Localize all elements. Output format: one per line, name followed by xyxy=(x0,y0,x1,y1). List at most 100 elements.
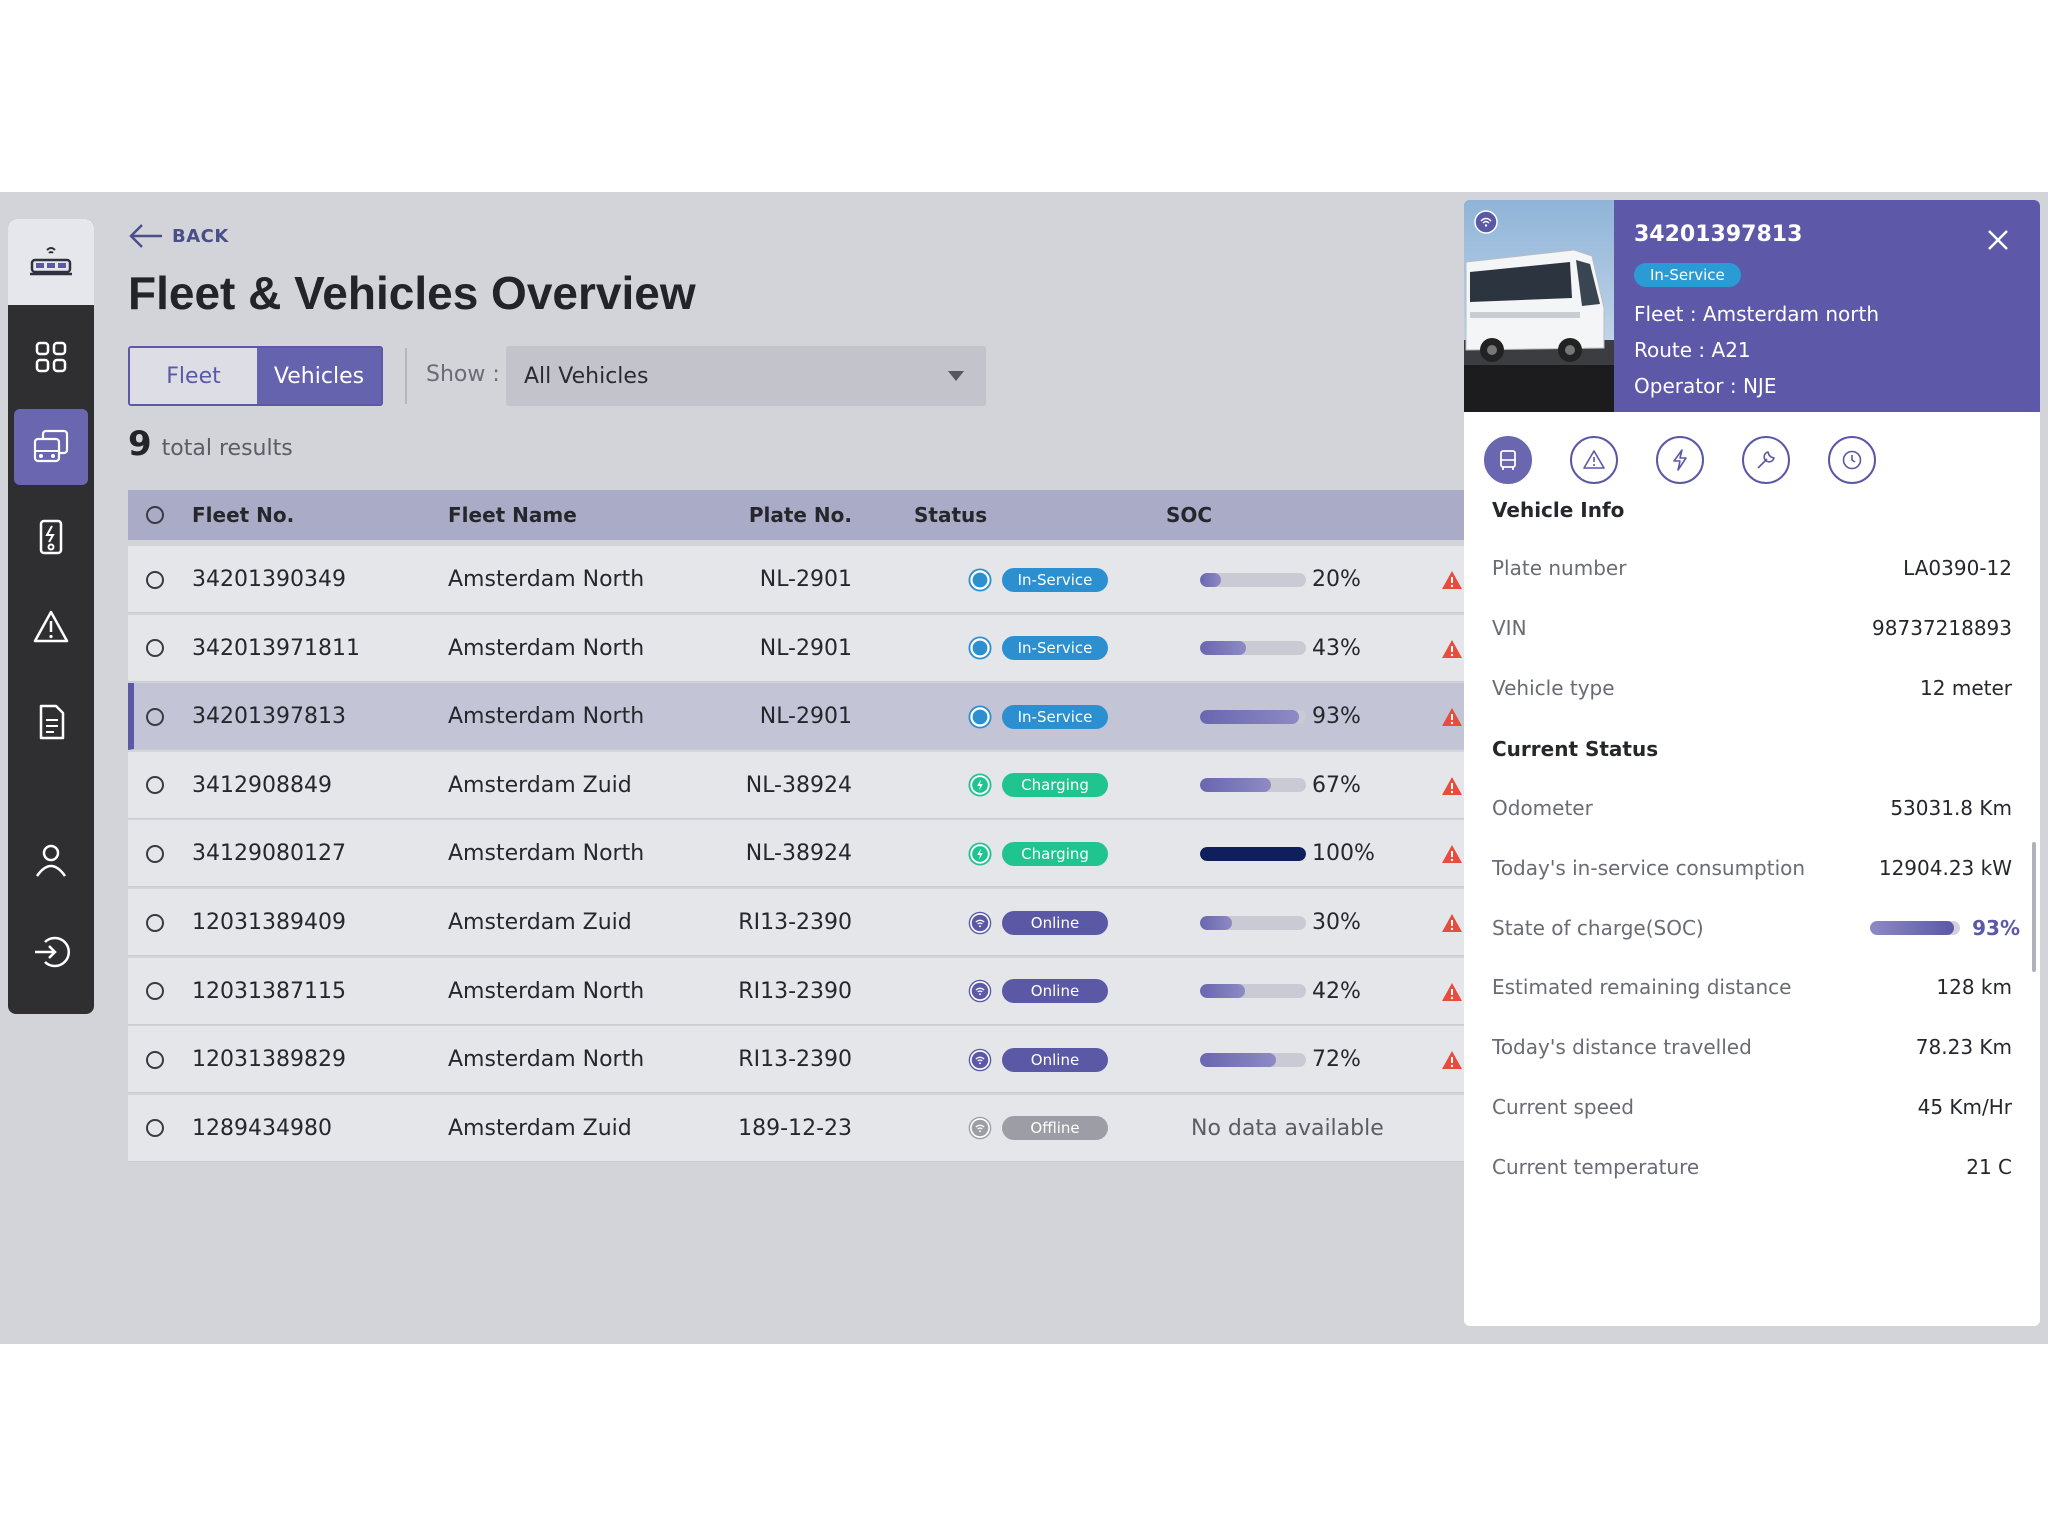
status-cell: Offline xyxy=(968,1095,1108,1162)
row-checkbox[interactable] xyxy=(146,982,164,1001)
status-row: Estimated remaining distance 128 km xyxy=(1492,975,2012,999)
soc-value: 72% xyxy=(1312,1047,1361,1073)
plate-no: NL-2901 xyxy=(759,704,852,730)
warning-icon[interactable] xyxy=(1440,1048,1464,1072)
tab-maintenance[interactable] xyxy=(1742,436,1790,484)
status-icon xyxy=(968,636,992,660)
back-link[interactable]: BACK xyxy=(128,222,229,250)
info-label: VIN xyxy=(1492,616,1527,640)
table-row[interactable]: 12031389829 Amsterdam North RI13-2390 On… xyxy=(128,1026,1464,1094)
fleet-no: 34201390349 xyxy=(192,567,346,592)
sidebar-item-alerts[interactable] xyxy=(8,589,94,665)
plate-no: NL-2901 xyxy=(759,635,852,661)
plate-no: RI13-2390 xyxy=(738,978,852,1004)
soc-value: 43% xyxy=(1312,635,1361,661)
vehicle-filter-value: All Vehicles xyxy=(524,363,649,389)
col-plate-no[interactable]: Plate No. xyxy=(712,490,852,540)
warning-icon[interactable] xyxy=(1440,774,1464,798)
table-row[interactable]: 342013971811 Amsterdam North NL-2901 In-… xyxy=(128,614,1464,682)
status-label: Odometer xyxy=(1492,796,1593,820)
col-fleet-name[interactable]: Fleet Name xyxy=(448,490,577,540)
soc-bar xyxy=(1200,915,1306,930)
vehicle-filter-select[interactable]: All Vehicles xyxy=(506,346,986,406)
row-checkbox[interactable] xyxy=(146,1050,164,1069)
soc-bar xyxy=(1200,709,1306,724)
row-checkbox[interactable] xyxy=(146,1119,164,1138)
soc-cell: 30% xyxy=(1200,889,1361,956)
warning-icon[interactable] xyxy=(1440,705,1464,729)
online-wifi-icon xyxy=(1474,210,1498,234)
soc-text: No data available xyxy=(1191,1115,1384,1141)
table-row[interactable]: 34201390349 Amsterdam North NL-2901 In-S… xyxy=(128,546,1464,613)
show-label: Show : xyxy=(426,362,500,387)
warning-icon[interactable] xyxy=(1440,568,1464,592)
select-all-checkbox[interactable] xyxy=(146,506,164,524)
fleet-no: 34201397813 xyxy=(192,704,346,730)
info-row: VIN 98737218893 xyxy=(1492,616,2012,640)
tab-alerts[interactable] xyxy=(1570,436,1618,484)
document-icon xyxy=(39,704,65,740)
status-icon xyxy=(968,842,992,866)
tab-history[interactable] xyxy=(1828,436,1876,484)
status-row: Current temperature 21 C xyxy=(1492,1155,2012,1179)
status-row: Today's distance travelled 78.23 Km xyxy=(1492,1035,2012,1059)
col-status[interactable]: Status xyxy=(914,490,987,540)
tab-fleet[interactable]: Fleet xyxy=(130,348,257,404)
warning-icon[interactable] xyxy=(1440,842,1464,866)
info-value: 98737218893 xyxy=(1872,616,2012,640)
page-title: Fleet & Vehicles Overview xyxy=(128,267,696,319)
row-checkbox[interactable] xyxy=(146,844,164,863)
table-row[interactable]: 3412908849 Amsterdam Zuid NL-38924 Charg… xyxy=(128,751,1464,819)
warning-icon[interactable] xyxy=(1440,980,1464,1004)
plate-no: 189-12-23 xyxy=(738,1115,852,1141)
row-checkbox[interactable] xyxy=(146,707,164,726)
soc-cell: 43% xyxy=(1200,615,1361,682)
table-row[interactable]: 34201397813 Amsterdam North NL-2901 In-S… xyxy=(128,683,1464,751)
table-row[interactable]: 12031387115 Amsterdam North RI13-2390 On… xyxy=(128,957,1464,1025)
sidebar-item-dashboard[interactable] xyxy=(8,319,94,395)
status-icon xyxy=(968,1048,992,1072)
row-checkbox[interactable] xyxy=(146,776,164,795)
wrench-icon xyxy=(1757,451,1775,469)
status-badge: In-Service xyxy=(1002,704,1108,729)
soc-bar-fill xyxy=(1870,920,1954,935)
warning-icon[interactable] xyxy=(1440,911,1464,935)
sidebar-item-profile[interactable] xyxy=(8,822,94,898)
sidebar-item-fleet[interactable] xyxy=(14,409,88,485)
soc-indicator: 93% xyxy=(1870,916,2020,940)
col-fleet-no[interactable]: Fleet No. xyxy=(192,490,294,540)
warning-icon[interactable] xyxy=(1440,637,1464,661)
tab-vehicle-info[interactable] xyxy=(1484,436,1532,484)
row-checkbox[interactable] xyxy=(146,913,164,932)
vehicle-detail-panel: 34201397813 In-Service Fleet : Amsterdam… xyxy=(1464,200,2040,1326)
table-header: Fleet No. Fleet Name Plate No. Status SO… xyxy=(128,490,1464,540)
status-icon xyxy=(968,911,992,935)
panel-tabs xyxy=(1484,436,1876,484)
close-icon[interactable] xyxy=(1984,226,2012,254)
table-row[interactable]: 1289434980 Amsterdam Zuid 189-12-23 Offl… xyxy=(128,1094,1464,1162)
status-label: Current temperature xyxy=(1492,1154,1700,1179)
table-row[interactable]: 34129080127 Amsterdam North NL-38924 Cha… xyxy=(128,820,1464,888)
soc-value: 30% xyxy=(1312,910,1361,935)
buses-icon xyxy=(33,429,69,463)
table-row[interactable]: 12031389409 Amsterdam Zuid RI13-2390 Onl… xyxy=(128,889,1464,956)
app-logo[interactable] xyxy=(8,219,94,305)
bolt-icon xyxy=(1673,449,1687,471)
status-value: 12904.23 kW xyxy=(1878,855,2012,880)
tab-vehicles[interactable]: Vehicles xyxy=(257,348,381,404)
status-value: 93% xyxy=(1972,915,2020,940)
sidebar-item-logout[interactable] xyxy=(8,914,94,990)
panel-scrollbar[interactable] xyxy=(2032,842,2036,972)
tab-charging[interactable] xyxy=(1656,436,1704,484)
row-checkbox[interactable] xyxy=(146,570,164,589)
status-icon xyxy=(968,705,992,729)
soc-bar-fill xyxy=(1200,778,1272,793)
status-cell: Online xyxy=(968,1026,1108,1093)
sidebar-item-reports[interactable] xyxy=(8,684,94,760)
status-value: 45 Km/Hr xyxy=(1917,1095,2012,1119)
soc-bar xyxy=(1200,1052,1306,1067)
col-soc[interactable]: SOC xyxy=(1166,490,1212,540)
sidebar-item-charging[interactable] xyxy=(8,499,94,575)
soc-bar-fill xyxy=(1200,641,1246,656)
row-checkbox[interactable] xyxy=(146,639,164,658)
